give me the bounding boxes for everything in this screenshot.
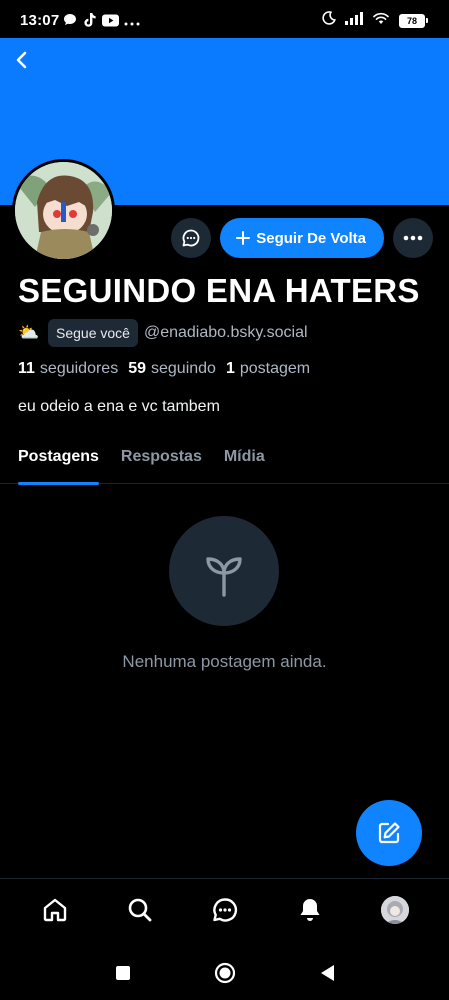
profile-avatar[interactable]	[12, 159, 115, 262]
profile-handle: @enadiabo.bsky.social	[143, 324, 308, 341]
follow-back-label: Seguir De Volta	[256, 229, 366, 247]
profile-stats: 11 seguidores 59 seguindo 1 postagem	[18, 360, 310, 378]
follow-back-button[interactable]: Seguir De Volta	[220, 218, 384, 258]
more-options-button[interactable]	[393, 218, 433, 258]
sprout-icon	[206, 557, 242, 597]
status-right-icons: 78	[322, 11, 428, 30]
followers-label: seguidores	[39, 360, 119, 377]
back-button[interactable]	[8, 46, 36, 74]
profile-tabs: Postagens Respostas Mídia	[0, 440, 449, 485]
battery-icon: 78	[399, 13, 428, 28]
youtube-icon	[102, 14, 119, 32]
empty-state-icon-circle	[169, 516, 279, 626]
display-name: SEGUINDO ENA HATERS	[18, 272, 420, 309]
followers-count: 11	[18, 360, 35, 377]
follows-you-badge: Segue você	[48, 319, 138, 347]
back-system-button[interactable]	[315, 961, 339, 985]
handle-row: ⛅ Segue você @enadiabo.bsky.social	[18, 319, 308, 347]
tab-replies[interactable]: Respostas	[121, 440, 202, 484]
nav-profile[interactable]	[373, 888, 417, 932]
avatar-illustration	[15, 162, 112, 259]
tiktok-icon	[83, 12, 97, 33]
nav-avatar-image	[380, 895, 409, 924]
posts-label: postagem	[239, 360, 311, 377]
plus-icon	[236, 231, 251, 245]
nav-home[interactable]	[33, 888, 77, 932]
compose-icon	[378, 822, 400, 844]
following-stat[interactable]: 59 seguindo	[128, 360, 216, 378]
moon-icon	[322, 11, 336, 30]
home-icon	[43, 898, 66, 921]
chevron-left-icon	[16, 51, 27, 69]
chat-bubble-icon	[62, 12, 78, 33]
triangle-back-icon	[320, 964, 334, 981]
recents-button[interactable]	[111, 961, 135, 985]
nav-search[interactable]	[118, 888, 162, 932]
posts-stat: 1 postagem	[226, 360, 310, 378]
followers-stat[interactable]: 11 seguidores	[18, 360, 118, 378]
more-horizontal-icon	[403, 235, 423, 241]
following-label: seguindo	[151, 360, 216, 377]
nav-notifications[interactable]	[288, 888, 332, 932]
following-count: 59	[128, 360, 146, 377]
nav-chat[interactable]	[203, 888, 247, 932]
status-time: 13:07	[20, 12, 60, 29]
compose-button[interactable]	[356, 800, 422, 866]
posts-count: 1	[225, 360, 235, 377]
bottom-navigation	[0, 878, 449, 940]
signal-icon	[345, 11, 363, 30]
system-navigation	[0, 945, 449, 1000]
empty-state-text: Nenhuma postagem ainda.	[122, 652, 327, 671]
profile-actions: Seguir De Volta	[171, 218, 433, 258]
tab-posts[interactable]: Postagens	[18, 440, 99, 485]
square-icon	[115, 965, 130, 980]
status-left-icons	[62, 12, 140, 33]
wifi-icon	[372, 11, 390, 30]
search-icon	[128, 898, 151, 921]
tab-media[interactable]: Mídia	[224, 440, 265, 484]
circle-icon	[214, 962, 235, 983]
status-bar: 13:07 78	[0, 0, 449, 40]
message-icon	[182, 229, 200, 247]
message-button[interactable]	[171, 218, 212, 258]
home-system-button[interactable]	[213, 961, 237, 985]
weather-emoji: ⛅	[18, 323, 40, 342]
more-dots-icon	[124, 14, 140, 32]
chat-icon	[212, 897, 237, 922]
bell-icon	[300, 898, 319, 921]
avatar	[380, 895, 409, 924]
profile-bio: eu odeio a ena e vc tambem	[18, 398, 220, 415]
